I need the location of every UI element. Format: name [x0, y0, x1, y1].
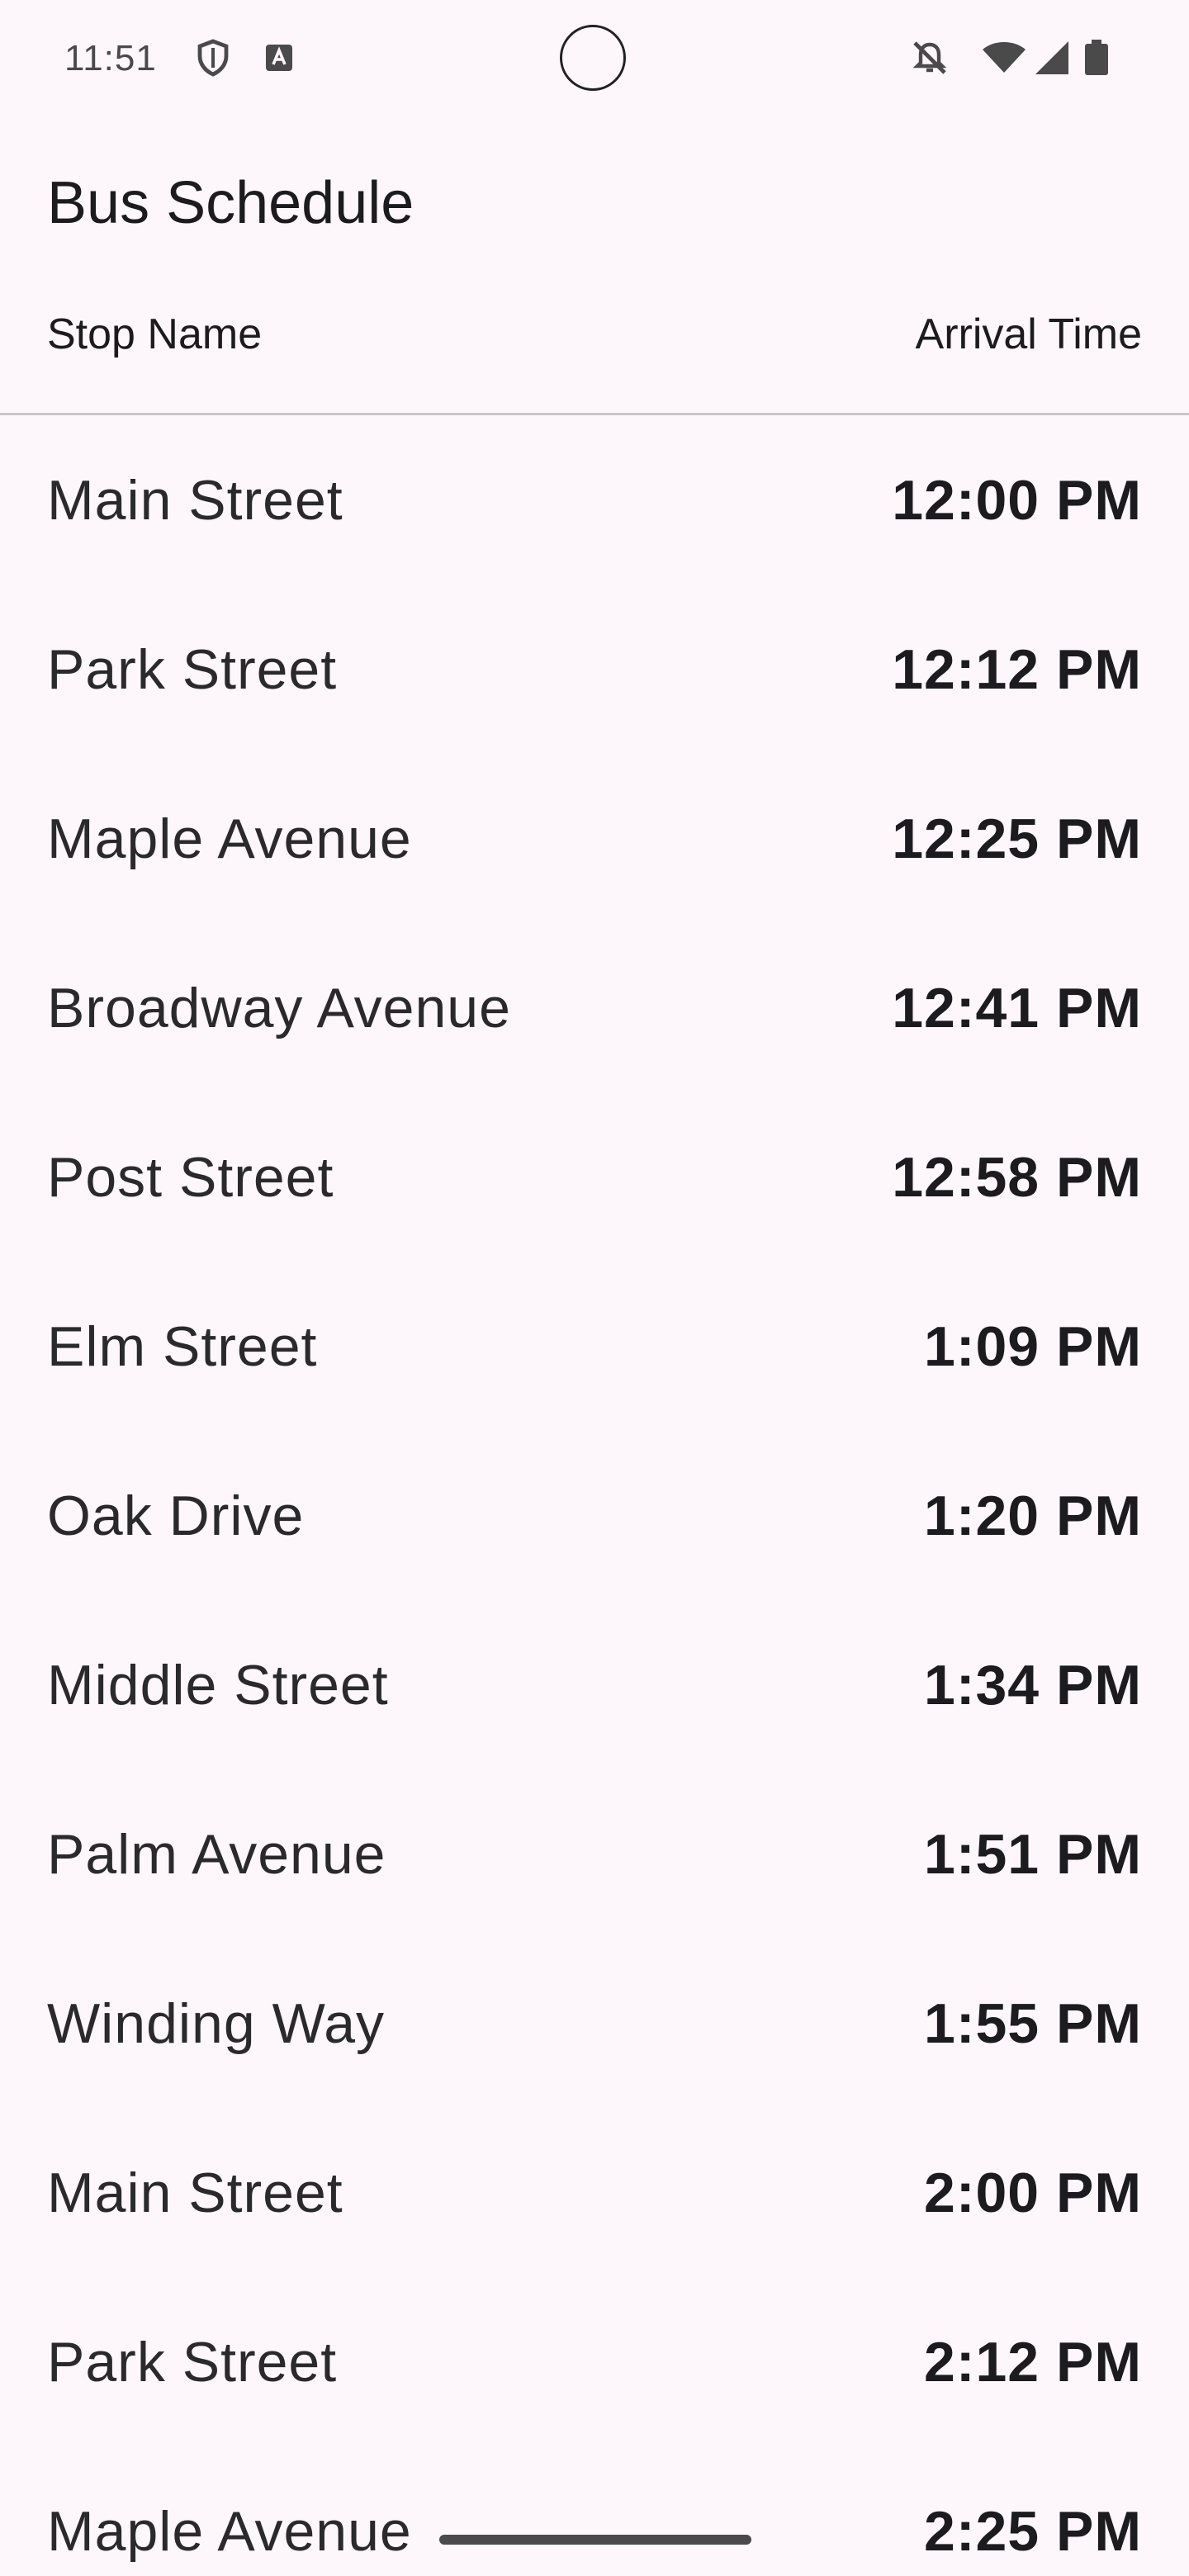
arrival-time: 1:51 PM: [924, 1822, 1142, 1886]
table-row[interactable]: Middle Street 1:34 PM: [47, 1600, 1142, 1769]
table-row[interactable]: Maple Avenue 12:25 PM: [47, 754, 1142, 923]
table-row[interactable]: Broadway Avenue 12:41 PM: [47, 923, 1142, 1092]
gesture-handle[interactable]: [439, 2535, 751, 2545]
stop-name: Park Street: [47, 2330, 338, 2394]
arrival-time: 1:09 PM: [924, 1314, 1142, 1378]
column-header-arrival-time: Arrival Time: [915, 310, 1142, 358]
stop-name: Park Street: [47, 637, 338, 701]
arrival-time: 2:25 PM: [924, 2499, 1142, 2563]
table-header: Stop Name Arrival Time: [47, 310, 1142, 367]
shield-icon: [193, 38, 233, 78]
table-row[interactable]: Maple Avenue 2:25 PM: [47, 2446, 1142, 2576]
arrival-time: 1:34 PM: [924, 1653, 1142, 1717]
mute-icon: [910, 38, 950, 78]
stop-name: Winding Way: [47, 1991, 386, 2055]
stop-name: Oak Drive: [47, 1484, 305, 1547]
wifi-icon: [981, 38, 1027, 78]
cell-signal-icon: [1032, 38, 1072, 78]
keyboard-a-icon: [259, 38, 299, 78]
stop-name: Post Street: [47, 1145, 334, 1209]
table-row[interactable]: Winding Way 1:55 PM: [47, 1939, 1142, 2108]
schedule-list[interactable]: Main Street 12:00 PM Park Street 12:12 P…: [0, 415, 1189, 2576]
arrival-time: 1:20 PM: [924, 1484, 1142, 1547]
stop-name: Palm Avenue: [47, 1822, 386, 1886]
table-row[interactable]: Elm Street 1:09 PM: [47, 1262, 1142, 1431]
arrival-time: 2:12 PM: [924, 2330, 1142, 2394]
stop-name: Maple Avenue: [47, 2499, 412, 2563]
arrival-time: 2:00 PM: [924, 2161, 1142, 2224]
table-row[interactable]: Main Street 2:00 PM: [47, 2108, 1142, 2277]
status-time: 11:51: [64, 38, 157, 78]
table-row[interactable]: Main Street 12:00 PM: [47, 415, 1142, 585]
camera-cutout: [560, 25, 626, 91]
stop-name: Broadway Avenue: [47, 976, 511, 1039]
table-row[interactable]: Post Street 12:58 PM: [47, 1092, 1142, 1262]
battery-icon: [1082, 38, 1111, 78]
stop-name: Maple Avenue: [47, 807, 412, 870]
table-row[interactable]: Park Street 2:12 PM: [47, 2277, 1142, 2446]
status-bar: 11:51: [0, 0, 1189, 122]
arrival-time: 1:55 PM: [924, 1991, 1142, 2055]
stop-name: Main Street: [47, 2161, 343, 2224]
stop-name: Middle Street: [47, 1653, 389, 1717]
table-row[interactable]: Park Street 12:12 PM: [47, 585, 1142, 754]
page-title: Bus Schedule: [47, 170, 414, 236]
arrival-time: 12:12 PM: [892, 637, 1142, 701]
table-row[interactable]: Oak Drive 1:20 PM: [47, 1431, 1142, 1600]
column-header-stop-name: Stop Name: [47, 310, 263, 358]
arrival-time: 12:41 PM: [892, 976, 1142, 1039]
table-row[interactable]: Palm Avenue 1:51 PM: [47, 1769, 1142, 1939]
stop-name: Main Street: [47, 468, 343, 532]
arrival-time: 12:58 PM: [892, 1145, 1142, 1209]
arrival-time: 12:25 PM: [892, 807, 1142, 870]
stop-name: Elm Street: [47, 1314, 318, 1378]
arrival-time: 12:00 PM: [892, 468, 1142, 532]
